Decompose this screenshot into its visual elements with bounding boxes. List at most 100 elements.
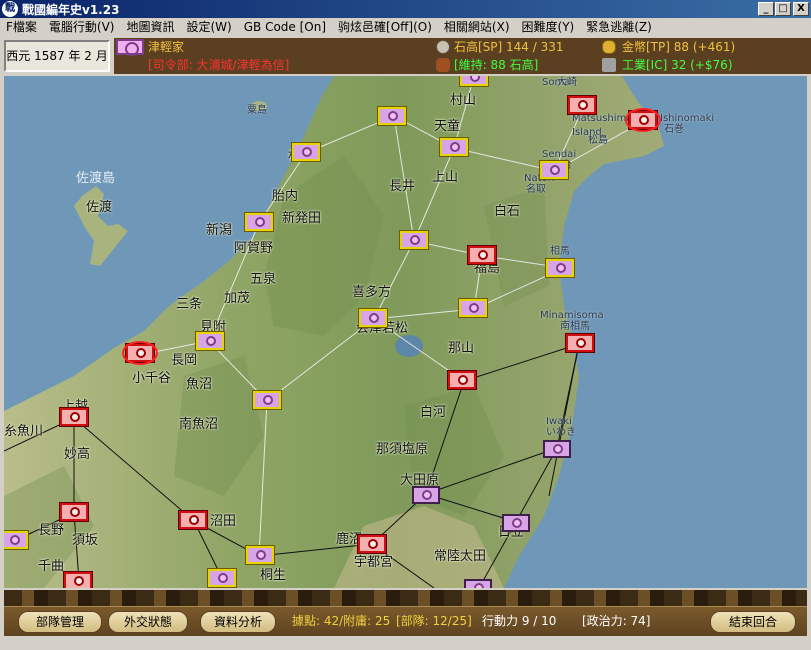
enemy-castle-marker[interactable] <box>566 334 594 352</box>
window-title: 戰國編年史v1.23 <box>22 3 120 17</box>
place-label: 桐生 <box>260 568 287 583</box>
place-label: 佐渡島 <box>76 171 116 186</box>
place-label: 加茂 <box>224 291 251 306</box>
place-label: 魚沼 <box>186 377 213 392</box>
castle-marker[interactable] <box>253 391 281 409</box>
menu-bar: F檔案 電腦行動(V) 地圖資訊 設定(W) GB Code [On] 驹炫邑確… <box>0 18 811 36</box>
minimize-button[interactable]: _ <box>758 2 774 16</box>
clan-crest-icon <box>470 76 480 82</box>
place-label: 白石 <box>494 204 521 219</box>
place-label: 福島 <box>474 261 501 276</box>
clan-crest-icon <box>74 576 84 586</box>
clan-crest-icon <box>369 313 379 323</box>
industry-icon <box>602 58 616 72</box>
place-label: 佐渡 <box>86 200 113 215</box>
data-analysis-button[interactable]: 資料分析 <box>200 611 276 633</box>
title-bar: 戰 戰國編年史v1.23 _ □ X <box>0 0 811 18</box>
clan-crest-icon <box>512 518 522 528</box>
clan-crest-icon <box>189 515 199 525</box>
castle-marker[interactable] <box>245 213 273 231</box>
castle-marker[interactable] <box>208 569 236 587</box>
info-row-commander: [司令部: 大浦城/津輕為信] [維持: 88 石高] 工業[IC] 32 (+… <box>114 56 811 74</box>
rice-icon <box>436 40 450 54</box>
decorative-border <box>4 590 807 606</box>
place-label: 石巻 <box>664 124 684 135</box>
menu-toggle-off[interactable]: 驹炫邑確[Off](O) <box>332 18 438 36</box>
clan-crest-icon <box>422 490 432 500</box>
castle-marker[interactable] <box>540 161 568 179</box>
enemy-castle-marker[interactable] <box>64 572 92 588</box>
clan-crest-icon <box>450 142 460 152</box>
castle-marker[interactable] <box>246 546 274 564</box>
place-label: 千曲 <box>38 559 65 574</box>
enemy-castle-marker[interactable] <box>568 96 596 114</box>
place-label: 那山 <box>448 341 475 356</box>
command-panel: 部隊管理 外交狀態 資料分析 據點: 42/附庸: 25 [部隊: 12/25]… <box>4 606 807 636</box>
date-display: 西元 1587 年 2 月 <box>4 40 110 72</box>
unit-management-button[interactable]: 部隊管理 <box>18 611 102 633</box>
upkeep-icon <box>436 58 450 72</box>
enemy-castle-marker[interactable] <box>179 511 207 529</box>
menu-emergency-exit[interactable]: 緊急逃離(Z) <box>580 18 658 36</box>
menu-settings[interactable]: 設定(W) <box>181 18 238 36</box>
clan-crest-icon <box>263 395 273 405</box>
clan-name[interactable]: 津輕家 <box>148 40 184 54</box>
menu-difficulty[interactable]: 困難度(Y) <box>516 18 581 36</box>
place-label: 五泉 <box>250 272 277 287</box>
clan-crest-icon <box>206 336 216 346</box>
place-label: 沼田 <box>210 514 237 529</box>
enemy-castle-marker[interactable] <box>358 535 386 553</box>
castle-marker[interactable] <box>502 514 530 532</box>
menu-computer-action[interactable]: 電腦行動(V) <box>43 18 121 36</box>
castle-marker[interactable] <box>378 107 406 125</box>
gold-value: 金幣[TP] 88 (+461) <box>622 40 736 54</box>
place-label: 阿賀野 <box>234 241 274 256</box>
castle-marker[interactable] <box>460 76 488 86</box>
close-button[interactable]: X <box>793 2 809 16</box>
clan-crest-icon <box>458 375 468 385</box>
castle-marker[interactable] <box>292 143 320 161</box>
menu-file[interactable]: F檔案 <box>0 18 43 36</box>
strategic-map[interactable]: 粟島 佐渡島 佐渡 新潟 阿賀野 五泉 三条 加茂 見附 長岡 小千谷 魚沼 南… <box>4 76 807 588</box>
info-row-clan: 津輕家 石高[SP] 144 / 331 金幣[TP] 88 (+461) <box>114 38 811 56</box>
place-label: 那須塩原 <box>376 442 429 457</box>
commander-text[interactable]: [司令部: 大浦城/津輕為信] <box>148 58 289 72</box>
castle-marker[interactable] <box>546 259 574 277</box>
castle-marker[interactable] <box>440 138 468 156</box>
diplomacy-status-button[interactable]: 外交狀態 <box>108 611 188 633</box>
enemy-castle-marker[interactable] <box>448 371 476 389</box>
clan-crest-icon <box>469 303 479 313</box>
clan-crest-icon <box>10 535 20 545</box>
castle-marker[interactable] <box>543 440 571 458</box>
maximize-button[interactable]: □ <box>775 2 791 16</box>
place-label: 三条 <box>176 297 203 312</box>
place-label: 相馬 <box>550 246 570 257</box>
place-label: 須坂 <box>72 533 99 548</box>
clan-crest-icon <box>550 165 560 175</box>
place-label: 南魚沼 <box>179 417 219 432</box>
menu-map-info[interactable]: 地圖資訊 <box>120 18 180 36</box>
selection-ring <box>122 341 158 365</box>
clan-crest-icon <box>116 39 144 56</box>
place-label: いわき <box>546 427 576 438</box>
enemy-castle-marker[interactable] <box>60 408 88 426</box>
rice-value: 石高[SP] 144 / 331 <box>454 40 564 54</box>
place-label: 白河 <box>420 405 447 420</box>
castle-marker[interactable] <box>4 531 28 549</box>
place-label: 長岡 <box>171 353 198 368</box>
castle-marker[interactable] <box>459 299 487 317</box>
castle-marker[interactable] <box>359 309 387 327</box>
action-points: 行動力 9 / 10 <box>482 614 557 628</box>
castle-marker[interactable] <box>412 486 440 504</box>
enemy-castle-marker[interactable] <box>60 503 88 521</box>
clan-crest-icon <box>556 263 566 273</box>
gold-icon <box>602 40 616 54</box>
end-turn-button[interactable]: 結束回合 <box>710 611 796 633</box>
castle-marker[interactable] <box>196 332 224 350</box>
clan-crest-icon <box>388 111 398 121</box>
menu-gb-code[interactable]: GB Code [On] <box>238 18 332 36</box>
castle-marker[interactable] <box>464 579 492 588</box>
castle-marker[interactable] <box>400 231 428 249</box>
menu-related-sites[interactable]: 相關網站(X) <box>438 18 516 36</box>
enemy-castle-marker[interactable] <box>468 246 496 264</box>
